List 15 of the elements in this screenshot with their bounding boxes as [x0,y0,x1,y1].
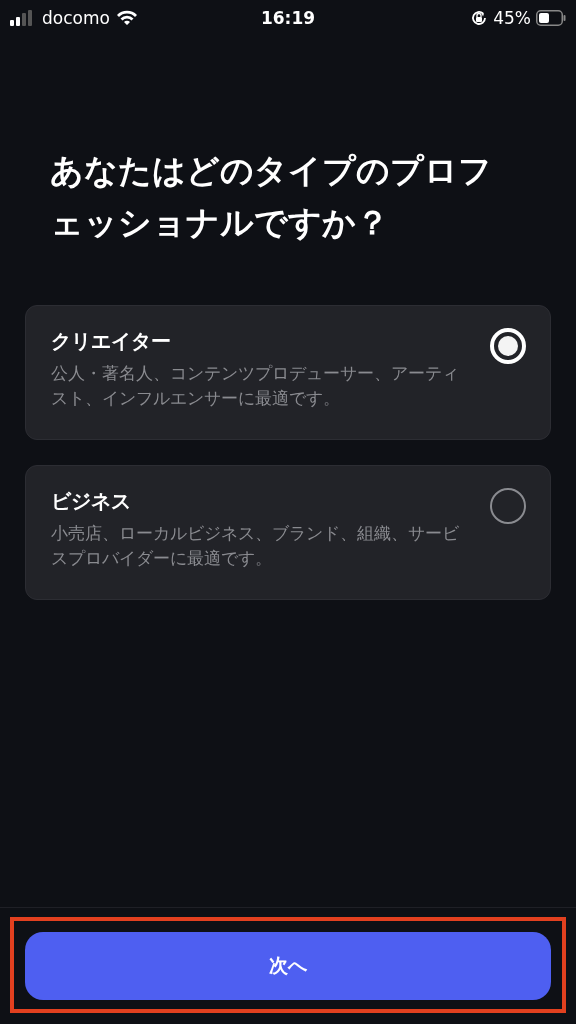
option-card[interactable]: ビジネス 小売店、ローカルビジネス、ブランド、組織、サービスプロバイダーに最適です。 [25,465,551,600]
page-title: あなたはどのタイプのプロフェッショナルですか？ [50,150,493,244]
rotation-lock-icon [470,8,489,27]
radio-button[interactable] [490,488,526,524]
option-description: 公人・著名人、コンテンツプロデューサー、アーティスト、インフルエンサーに最適です。 [51,363,460,410]
option-title: クリエイター [51,328,172,355]
battery-icon [536,9,566,26]
next-button[interactable]: 次へ [25,932,551,1000]
option-title: ビジネス [51,488,132,515]
wifi-icon [115,9,138,26]
carrier-name: docomo [42,7,110,28]
option-description: 小売店、ローカルビジネス、ブランド、組織、サービスプロバイダーに最適です。 [51,523,460,570]
option-card[interactable]: クリエイター 公人・著名人、コンテンツプロデューサー、アーティスト、インフルエンサーに最適です。 [25,305,551,440]
clock-time: 16:19 [260,7,316,28]
battery-percent: 45% [493,7,531,28]
